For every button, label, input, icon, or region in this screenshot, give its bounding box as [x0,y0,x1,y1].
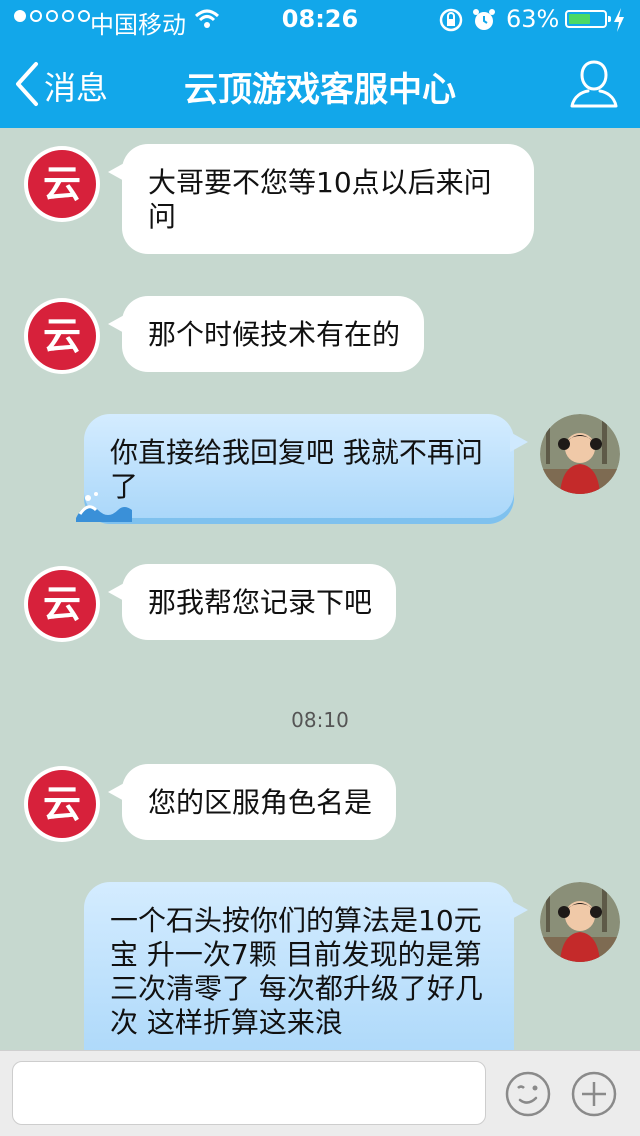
person-icon [568,60,620,114]
message-input[interactable] [12,1061,486,1125]
input-bar [0,1050,640,1136]
message-text: 你直接给我回复吧 我就不再问了 [110,436,483,503]
logo-text: 云 [43,162,81,206]
message-bubble-outgoing[interactable]: 你直接给我回复吧 我就不再问了 [76,414,528,524]
charging-bolt-icon [612,7,626,39]
chat-area[interactable]: 云 大哥要不您等10点以后来问问 云 那个时候技术有在的 你直接给我回复吧 我就… [0,128,640,1050]
battery-icon [565,10,611,28]
yunding-logo-avatar[interactable]: 云 [22,764,102,844]
page-title: 云顶游戏客服中心 [184,70,456,110]
yunding-logo-avatar[interactable]: 云 [22,144,102,224]
yunding-logo-avatar[interactable]: 云 [22,564,102,644]
logo-text: 云 [43,314,81,358]
message-timestamp: 08:10 [291,708,349,732]
wave-decoration-icon [74,488,134,530]
message-bubble-incoming[interactable]: 大哥要不您等10点以后来问问 [108,144,534,254]
user-photo-avatar[interactable] [540,414,620,494]
message-bubble-outgoing[interactable]: 一个石头按你们的算法是10元宝 升一次7颗 目前发现的是第三次清零了 每次都升级… [84,882,528,1050]
navigation-bar: 消息 云顶游戏客服中心 [0,40,640,128]
status-bar: 中国移动 08:26 63% [0,0,640,40]
plus-circle-icon[interactable] [570,1070,618,1122]
yunding-logo-avatar[interactable]: 云 [22,296,102,376]
battery-percent: 63% [506,5,560,33]
top-bar: 中国移动 08:26 63% 消息 云顶游戏客服中心 [0,0,640,128]
user-photo-avatar[interactable] [540,882,620,962]
logo-text: 云 [43,582,81,626]
rotation-lock-icon [438,7,464,39]
profile-button[interactable] [568,58,620,114]
message-bubble-incoming[interactable]: 您的区服角色名是 [107,764,397,840]
logo-text: 云 [43,782,81,826]
alarm-clock-icon [472,7,496,39]
emoji-face-icon[interactable] [504,1070,552,1122]
message-bubble-incoming[interactable]: 那个时候技术有在的 [107,296,425,372]
message-bubble-incoming[interactable]: 那我帮您记录下吧 [107,564,397,640]
